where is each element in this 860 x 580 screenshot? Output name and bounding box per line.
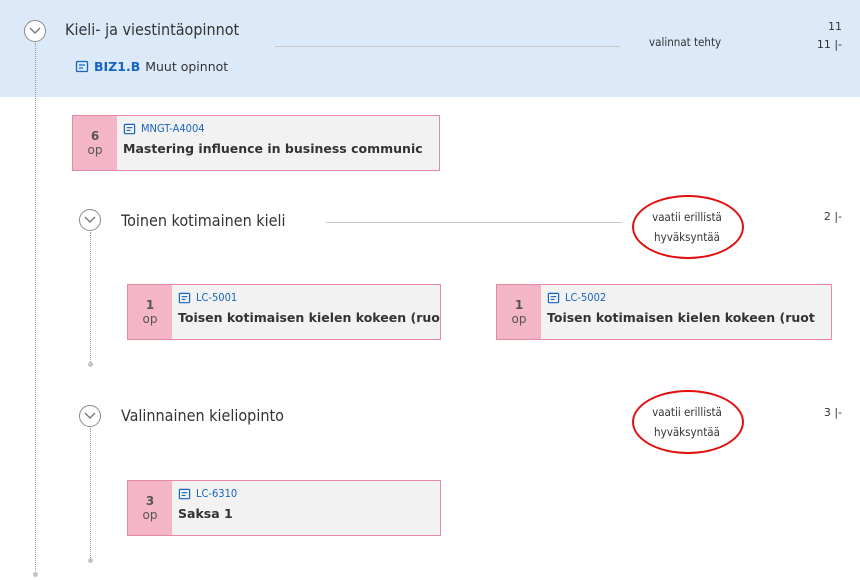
- group-count-range: 11 |-: [816, 38, 842, 51]
- course-name: Toisen kotimaisen kielen kokeen (ruot: [547, 310, 815, 325]
- collapse-toggle-subgroup-2[interactable]: [79, 405, 101, 427]
- group-title: Kieli- ja viestintäopinnot: [65, 20, 240, 39]
- course-code[interactable]: LC-5002: [547, 290, 831, 306]
- credits-unit: op: [142, 508, 158, 522]
- course-code-text: LC-6310: [196, 487, 238, 500]
- group-status: valinnat tehty: [649, 35, 722, 49]
- tree-line-end: [88, 558, 93, 563]
- tree-line-subgroup-2: [90, 428, 91, 558]
- tree-line-end: [33, 572, 38, 577]
- module-code: BIZ1.B: [94, 59, 141, 74]
- group-header: [0, 0, 860, 97]
- course-credits: 1 op: [128, 285, 172, 339]
- course-credits: 3 op: [128, 481, 172, 535]
- course-code[interactable]: LC-5001: [178, 290, 440, 306]
- course-name: Mastering influence in business communic: [123, 141, 423, 156]
- subgroup-title: Valinnainen kieliopinto: [121, 406, 284, 425]
- collapse-toggle-main[interactable]: [24, 20, 46, 42]
- course-card[interactable]: 1 op LC-5001 Toisen kotimaisen kielen ko…: [127, 284, 441, 340]
- document-icon: [178, 292, 191, 303]
- tree-line-main: [35, 43, 36, 571]
- subgroup-range: 2 |-: [823, 210, 842, 223]
- document-icon: [547, 292, 560, 303]
- course-credits: 6 op: [73, 116, 117, 170]
- course-code[interactable]: LC-6310: [178, 486, 440, 502]
- credits-unit: op: [511, 312, 527, 326]
- credits-value: 1: [145, 298, 155, 312]
- course-card[interactable]: 6 op MNGT-A4004 Mastering influence in b…: [72, 115, 440, 171]
- course-name: Toisen kotimaisen kielen kokeen (ruot: [178, 310, 440, 325]
- title-divider: [275, 46, 620, 47]
- document-icon: [75, 60, 89, 72]
- credits-value: 3: [145, 494, 155, 508]
- group-count: 11: [828, 20, 842, 33]
- course-code-text: MNGT-A4004: [141, 122, 205, 135]
- course-code-text: LC-5001: [196, 291, 238, 304]
- chevron-down-icon: [84, 216, 96, 223]
- course-card[interactable]: 3 op LC-6310 Saksa 1: [127, 480, 441, 536]
- module-name: Muut opinnot: [145, 59, 229, 74]
- subgroup-range: 3 |-: [823, 406, 842, 419]
- collapse-toggle-subgroup-1[interactable]: [79, 209, 101, 231]
- course-code[interactable]: MNGT-A4004: [123, 121, 439, 137]
- tree-line-subgroup-1: [90, 232, 91, 362]
- module-link[interactable]: BIZ1.B Muut opinnot: [75, 59, 228, 74]
- tree-line-end: [88, 362, 93, 367]
- chevron-down-icon: [84, 412, 96, 419]
- subgroup-title: Toinen kotimainen kieli: [121, 211, 286, 230]
- chevron-down-icon: [29, 27, 41, 34]
- credits-value: 6: [90, 129, 100, 143]
- course-credits: 1 op: [497, 285, 541, 339]
- credits-value: 1: [514, 298, 524, 312]
- highlight-circle: [632, 195, 744, 259]
- course-name: Saksa 1: [178, 506, 233, 521]
- course-code-text: LC-5002: [565, 291, 607, 304]
- title-divider: [326, 222, 622, 223]
- credits-unit: op: [142, 312, 158, 326]
- credits-unit: op: [87, 143, 103, 157]
- course-card[interactable]: 1 op LC-5002 Toisen kotimaisen kielen ko…: [496, 284, 832, 340]
- highlight-circle: [632, 390, 744, 454]
- document-icon: [178, 488, 191, 499]
- document-icon: [123, 123, 136, 134]
